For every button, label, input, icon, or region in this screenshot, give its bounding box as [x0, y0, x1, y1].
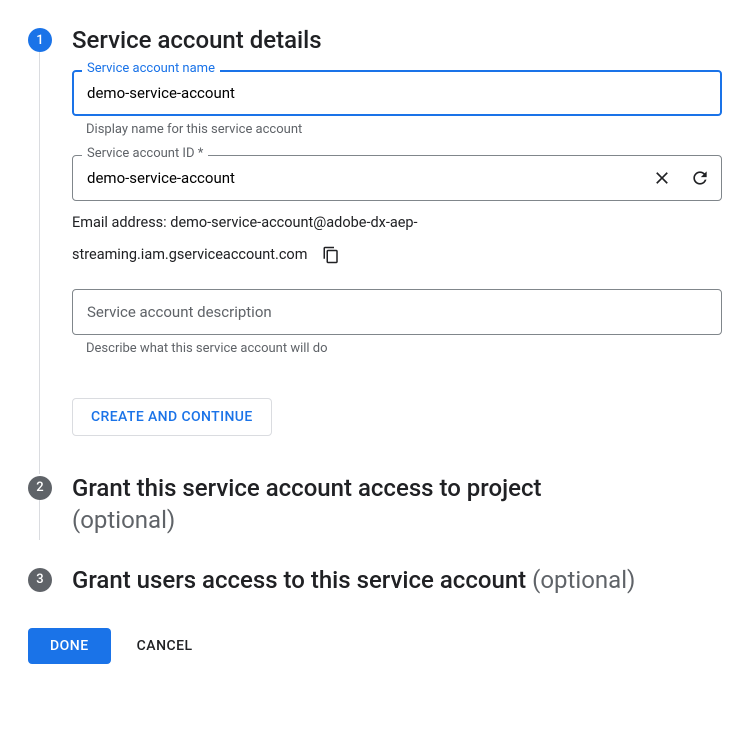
service-account-name-helper: Display name for this service account [86, 122, 722, 137]
cancel-button[interactable]: CANCEL [131, 628, 199, 664]
email-address-row: Email address: demo-service-account@adob… [72, 207, 722, 271]
step-2-container: 2 Grant this service account access to p… [28, 472, 722, 536]
service-account-id-label: Service account ID * [82, 146, 208, 161]
clear-icon[interactable] [650, 166, 674, 190]
step-3-container: 3 Grant users access to this service acc… [28, 564, 722, 596]
step-3-badge: 3 [28, 568, 52, 592]
step-3-optional: (optional) [532, 566, 635, 594]
step-2-title[interactable]: Grant this service account access to pro… [72, 472, 722, 536]
refresh-icon[interactable] [688, 166, 712, 190]
step-3-title[interactable]: Grant users access to this service accou… [72, 564, 722, 596]
service-account-description-field [72, 289, 722, 335]
service-account-name-input[interactable] [72, 70, 722, 116]
service-account-description-helper: Describe what this service account will … [86, 341, 722, 356]
step-2-title-text: Grant this service account access to pro… [72, 474, 541, 502]
step-2-badge: 2 [28, 476, 52, 500]
step-3-title-text: Grant users access to this service accou… [72, 566, 526, 594]
step-2-optional: (optional) [72, 506, 175, 534]
step-1-title: Service account details [72, 24, 722, 56]
footer-actions: DONE CANCEL [28, 628, 722, 664]
service-account-name-label: Service account name [82, 61, 220, 76]
step-1-container: 1 Service account details Service accoun… [28, 24, 722, 464]
done-button[interactable]: DONE [28, 628, 111, 664]
email-line-1: demo-service-account@adobe-dx-aep- [170, 214, 417, 231]
email-prefix: Email address: [72, 214, 170, 231]
step-1-badge: 1 [28, 28, 52, 52]
service-account-name-field: Service account name [72, 70, 722, 116]
step-2-connector [39, 500, 40, 540]
service-account-id-field: Service account ID * [72, 155, 722, 201]
step-1-connector [39, 52, 40, 474]
create-and-continue-button[interactable]: CREATE AND CONTINUE [72, 398, 272, 436]
email-line-2: streaming.iam.gserviceaccount.com [72, 239, 307, 271]
copy-icon[interactable] [319, 243, 343, 267]
service-account-description-input[interactable] [72, 289, 722, 335]
service-account-id-input[interactable] [72, 155, 722, 201]
